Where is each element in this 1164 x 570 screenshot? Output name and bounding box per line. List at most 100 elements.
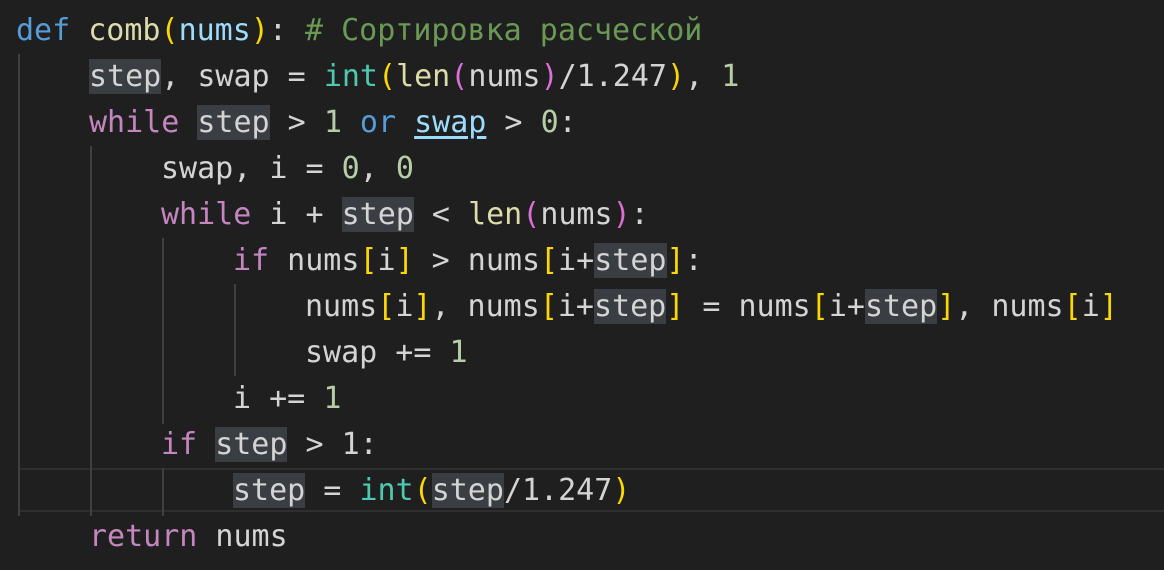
code-line-6[interactable]: if nums[i] > nums[i+step]:	[233, 238, 703, 284]
token-number: 0	[395, 151, 414, 186]
indent-guide	[162, 238, 164, 424]
code-line-8[interactable]: swap += 1	[305, 330, 468, 376]
token-function: len	[468, 197, 523, 232]
indent-guide	[18, 54, 20, 516]
code-editor[interactable]: def comb(nums): # Сортировка расческой s…	[0, 0, 1164, 570]
token-text: , nums	[955, 289, 1064, 324]
code-line-4[interactable]: swap, i = 0, 0	[161, 146, 414, 192]
indent-guide	[234, 284, 236, 376]
token-bracket: )	[540, 59, 559, 94]
token-bracket: [	[540, 243, 559, 278]
token-text: <	[413, 197, 469, 232]
token-text: , swap =	[161, 59, 324, 94]
token-text: >	[269, 105, 324, 140]
token-variable-highlighted: step	[89, 59, 162, 94]
token-variable: i	[377, 243, 396, 278]
token-bracket: )	[250, 13, 269, 48]
token-number: 1	[323, 105, 342, 140]
token-keyword: def	[16, 13, 71, 48]
token-bracket: [	[1063, 289, 1082, 324]
token-number: 0	[540, 105, 559, 140]
token-variable-highlighted: step	[864, 289, 938, 324]
token-text: > 1:	[287, 427, 378, 462]
token-number: 1	[323, 381, 342, 416]
code-line-12[interactable]: return nums	[89, 514, 288, 560]
token-punct: :	[684, 243, 703, 278]
token-bracket: ]	[1099, 289, 1118, 324]
token-text: swap +=	[305, 335, 450, 370]
token-bracket: )	[612, 197, 631, 232]
token-bracket: ]	[413, 289, 432, 324]
token-keyword: if	[161, 427, 198, 462]
code-line-9[interactable]: i += 1	[233, 376, 341, 422]
code-line-2[interactable]: step, swap = int(len(nums)/1.247), 1	[89, 54, 739, 100]
token-text: =	[305, 473, 360, 508]
token-variable-highlighted: step	[431, 473, 504, 508]
code-line-11[interactable]: step = int(step/1.247)	[233, 468, 630, 514]
token-bracket: ]	[395, 243, 414, 278]
token-bracket: [	[377, 289, 396, 324]
token-variable-highlighted: step	[594, 289, 667, 324]
token-variable-highlighted: step	[233, 473, 306, 508]
indent-guide	[162, 468, 164, 516]
token-bracket: (	[450, 59, 469, 94]
token-function: len	[396, 59, 451, 94]
token-text: >	[486, 105, 541, 140]
token-text: i +	[251, 197, 342, 232]
code-line-1[interactable]: def comb(nums): # Сортировка расческой	[16, 8, 702, 54]
token-text: = nums	[684, 289, 811, 324]
token-text: swap, i =	[161, 151, 342, 186]
token-text: i+	[828, 289, 865, 324]
token-comment: # Сортировка расческой	[305, 13, 703, 48]
token-text: /1.247	[503, 473, 613, 508]
token-variable-highlighted: step	[341, 197, 414, 232]
token-function: comb	[88, 13, 161, 48]
token-bracket: (	[413, 473, 432, 508]
token-keyword: return	[89, 519, 198, 554]
token-number: 1	[721, 59, 740, 94]
token-text: i +=	[233, 381, 324, 416]
token-bracket: [	[810, 289, 829, 324]
token-text: i+	[558, 243, 595, 278]
indent-guide	[90, 146, 92, 516]
code-line-3[interactable]: while step > 1 or swap > 0:	[89, 100, 577, 146]
token-builtin: int	[359, 473, 414, 508]
token-text: ,	[359, 151, 396, 186]
token-keyword: or	[341, 105, 415, 140]
token-variable: nums	[305, 289, 378, 324]
token-punct: :	[268, 13, 287, 48]
token-bracket: [	[359, 243, 378, 278]
token-variable: nums	[468, 59, 541, 94]
token-variable: nums	[540, 197, 613, 232]
token-variable-highlighted: step	[215, 427, 288, 462]
code-line-5[interactable]: while i + step < len(nums):	[161, 192, 649, 238]
token-text: , nums	[431, 289, 540, 324]
token-variable-highlighted: step	[594, 243, 667, 278]
token-variable: nums	[178, 13, 251, 48]
token-variable: i	[1081, 289, 1100, 324]
token-bracket: (	[378, 59, 397, 94]
token-variable-link[interactable]: swap	[414, 105, 486, 140]
token-variable: i	[395, 289, 414, 324]
code-line-10[interactable]: if step > 1:	[161, 422, 378, 468]
token-number: 0	[341, 151, 360, 186]
token-bracket: ]	[666, 289, 685, 324]
token-bracket: (	[160, 13, 179, 48]
token-text: i+	[557, 289, 594, 324]
token-keyword: while	[89, 105, 180, 140]
token-keyword: if	[233, 243, 270, 278]
token-text: /1.247	[558, 59, 667, 94]
token-bracket: [	[539, 289, 558, 324]
token-bracket: )	[667, 59, 686, 94]
token-keyword: while	[161, 197, 252, 232]
token-bracket: ]	[937, 289, 956, 324]
token-text: nums	[269, 243, 360, 278]
token-builtin: int	[323, 59, 378, 94]
token-punct: :	[558, 105, 577, 140]
token-text: ,	[685, 59, 722, 94]
code-line-7[interactable]: nums[i], nums[i+step] = nums[i+step], nu…	[305, 284, 1118, 330]
token-number: 1	[449, 335, 468, 370]
token-bracket: )	[612, 473, 631, 508]
token-text: nums	[197, 519, 288, 554]
